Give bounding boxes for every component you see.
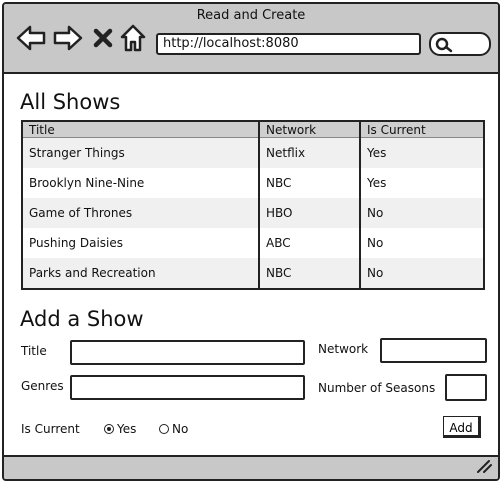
home-icon[interactable]: [120, 24, 146, 56]
is-current-no-radio[interactable]: No: [159, 422, 188, 436]
cell-is-current: Yes: [359, 137, 484, 168]
column-header-title[interactable]: Title: [22, 121, 259, 138]
cell-is-current: No: [359, 228, 484, 258]
radio-unselected-icon: [159, 424, 169, 434]
cell-network: HBO: [258, 198, 360, 228]
cell-title: Stranger Things: [22, 137, 259, 168]
table-row[interactable]: Parks and Recreation NBC No: [22, 258, 484, 289]
radio-selected-icon: [104, 424, 114, 434]
table-header-row: Title Network Is Current: [22, 121, 484, 138]
status-bar: [4, 455, 498, 479]
cell-title: Parks and Recreation: [22, 258, 259, 289]
cell-title: Pushing Daisies: [29, 236, 124, 250]
cell-is-current: Yes: [359, 168, 484, 198]
forward-arrow-icon[interactable]: [53, 25, 83, 55]
seasons-input[interactable]: [445, 374, 487, 401]
network-input[interactable]: [380, 338, 487, 363]
add-show-heading: Add a Show: [20, 307, 144, 331]
cell-network: NBC: [258, 168, 360, 198]
close-icon[interactable]: [93, 28, 113, 52]
is-current-label: Is Current: [21, 422, 80, 436]
back-arrow-icon[interactable]: [16, 25, 46, 55]
cell-network: NBC: [258, 258, 360, 289]
is-current-yes-radio[interactable]: Yes: [104, 422, 136, 436]
seasons-label: Number of Seasons: [318, 381, 436, 395]
table-row[interactable]: Pushing Daisies ABC No: [22, 228, 484, 258]
cell-is-current: No: [359, 198, 484, 228]
genres-label: Genres: [21, 379, 64, 393]
cell-title: Game of Thrones: [22, 198, 259, 228]
browser-window: Read and Create http://localhost:8080 Al…: [2, 2, 500, 481]
search-icon: [435, 37, 453, 53]
resize-grip-icon[interactable]: [476, 458, 492, 477]
table-row[interactable]: Brooklyn Nine-Nine NBC Yes: [22, 168, 484, 198]
browser-toolbar: Read and Create http://localhost:8080: [4, 4, 498, 74]
column-header-network[interactable]: Network: [258, 121, 360, 138]
cell-is-current: No: [359, 258, 484, 289]
cell-network: ABC: [258, 228, 360, 258]
yes-option-label: Yes: [117, 422, 137, 436]
cell-title: Brooklyn Nine-Nine: [29, 176, 145, 190]
url-bar[interactable]: http://localhost:8080: [156, 33, 421, 55]
no-option-label: No: [172, 422, 189, 436]
title-label: Title: [21, 344, 47, 358]
search-box[interactable]: [429, 32, 491, 56]
cell-network: Netflix: [258, 137, 360, 168]
shows-table: Title Network Is Current Stranger Things…: [21, 120, 485, 290]
window-title: Read and Create: [196, 8, 306, 23]
table-row[interactable]: Game of Thrones HBO No: [22, 198, 484, 228]
network-label: Network: [318, 342, 369, 356]
title-input[interactable]: [70, 340, 305, 365]
genres-input[interactable]: [70, 375, 305, 400]
add-button[interactable]: Add: [443, 416, 481, 438]
column-header-is-current[interactable]: Is Current: [359, 121, 484, 138]
all-shows-heading: All Shows: [20, 90, 121, 114]
table-row[interactable]: Stranger Things Netflix Yes: [22, 137, 484, 168]
